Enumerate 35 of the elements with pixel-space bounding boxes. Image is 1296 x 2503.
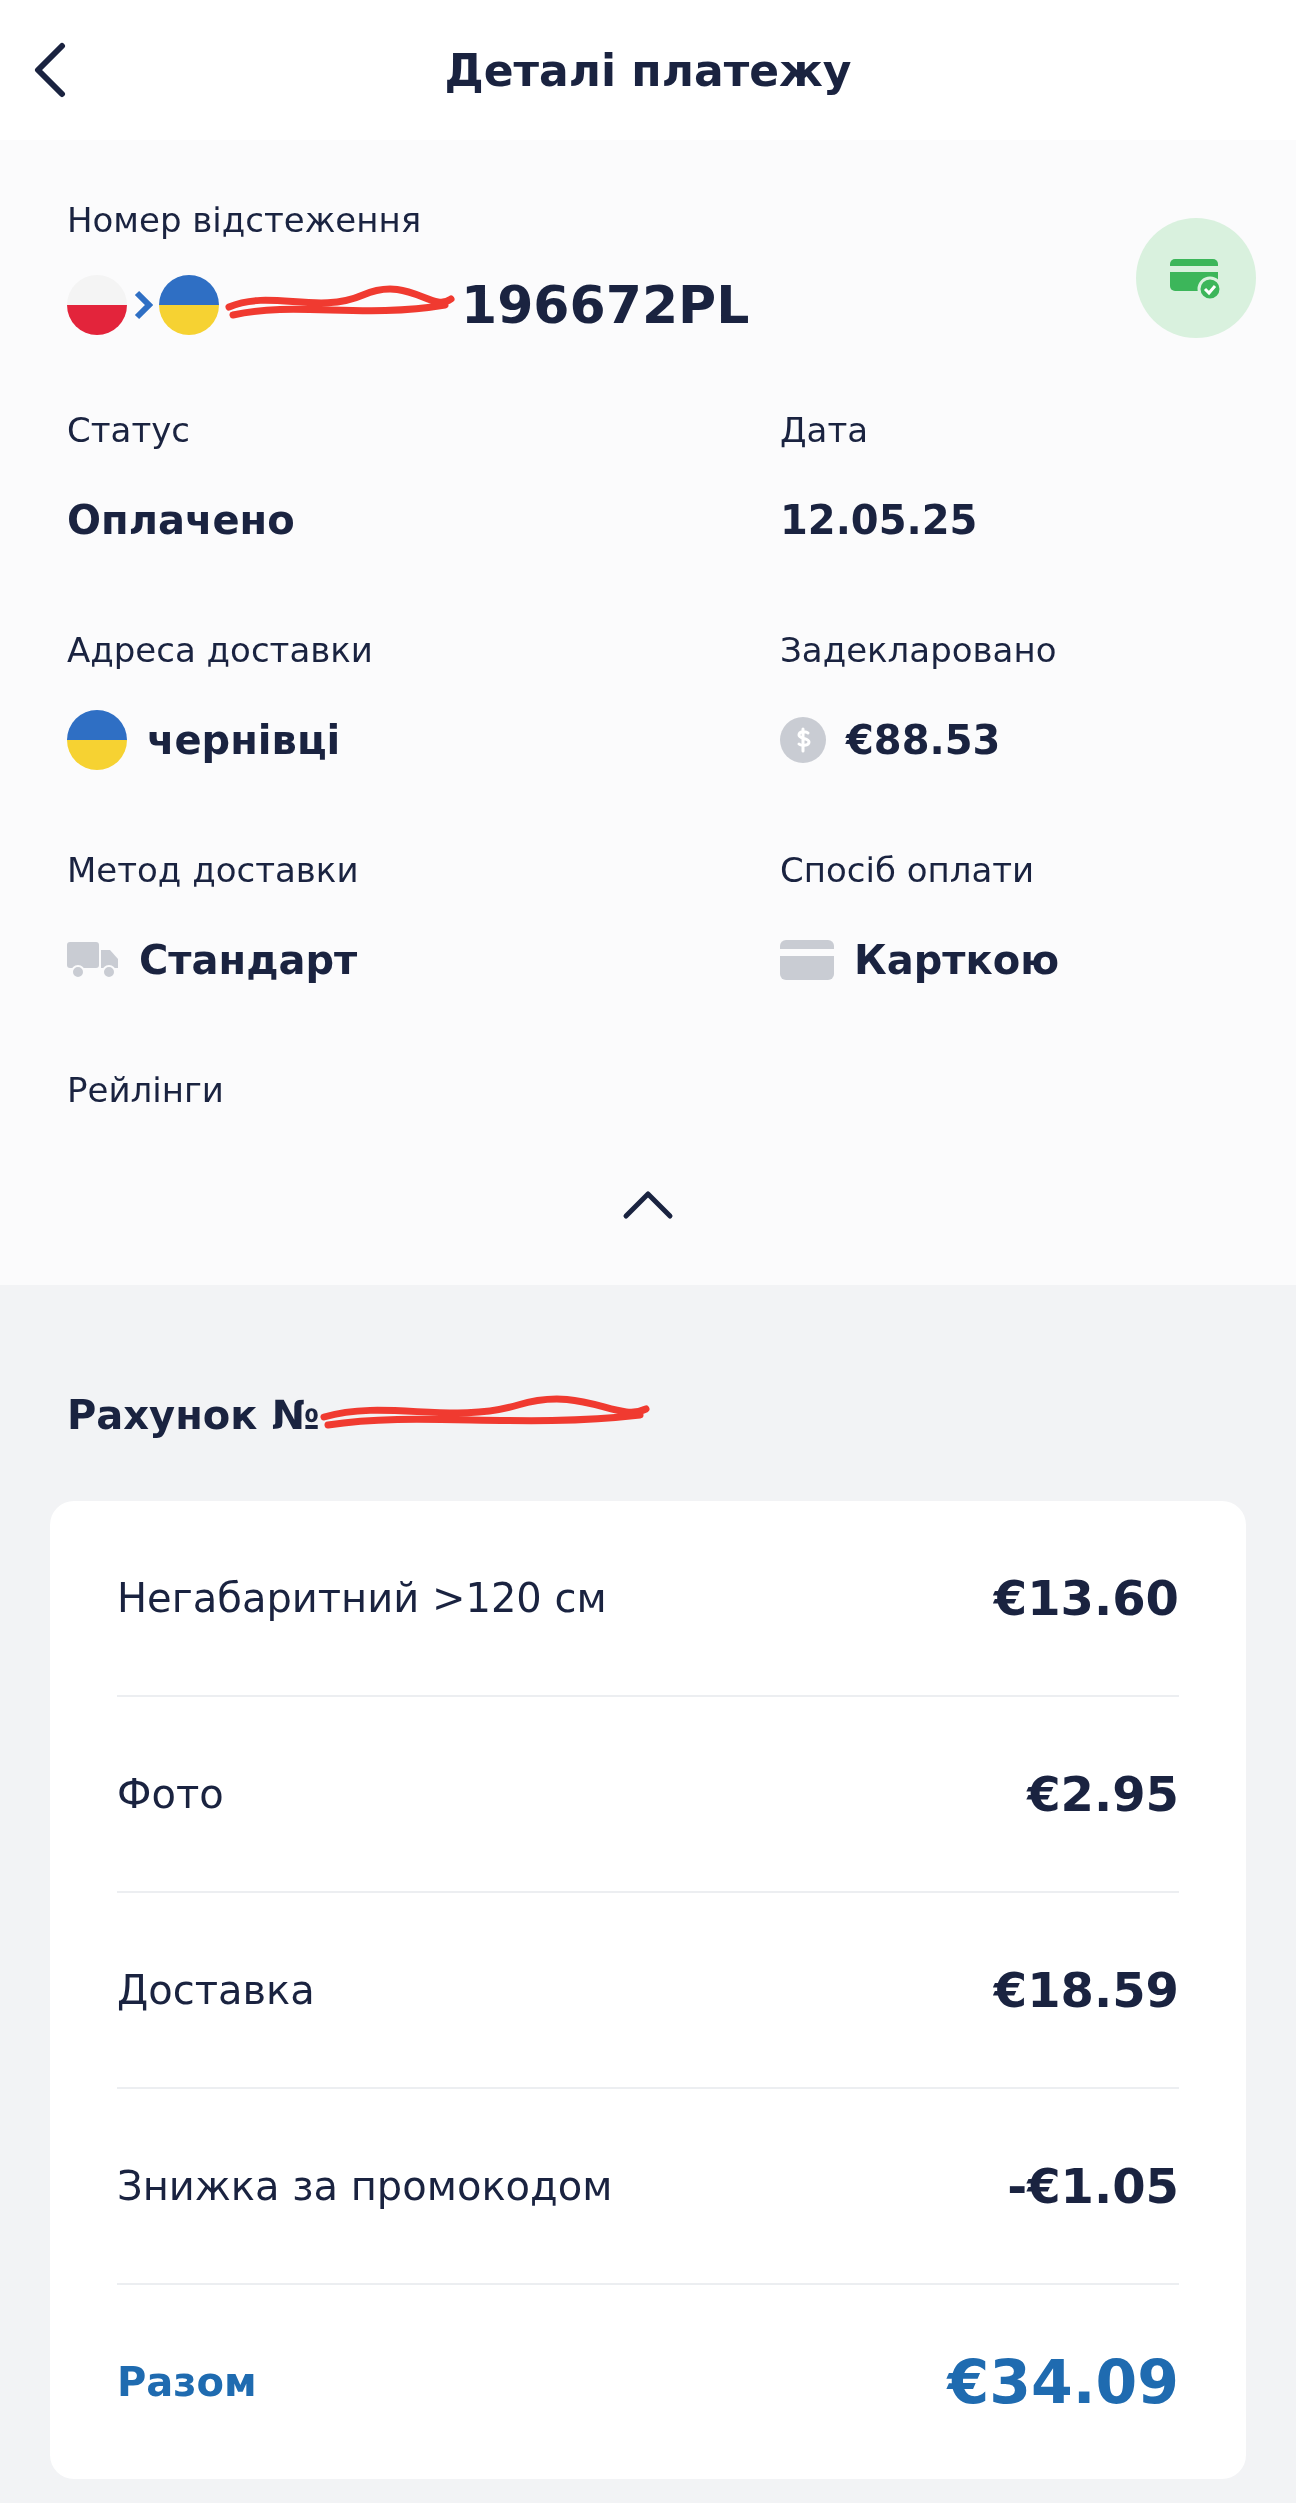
line-item-label: Фото <box>117 1771 224 1817</box>
line-item-amount: -€1.05 <box>1007 2158 1179 2214</box>
field-label: Спосіб оплати <box>780 850 1036 890</box>
chevron-right-icon <box>133 290 153 320</box>
field-label: Дата <box>780 410 870 450</box>
field-value: Карткою <box>854 937 1060 983</box>
ukraine-flag-icon <box>159 275 219 335</box>
invoice-title: Рахунок № <box>67 1392 320 1438</box>
field-label: Метод доставки <box>67 850 360 890</box>
page-title: Деталі платежу <box>444 44 852 96</box>
line-item-amount: €18.59 <box>993 1962 1179 2018</box>
field-value: Оплачено <box>67 497 295 543</box>
field-label: Задекларовано <box>780 630 1058 670</box>
total-label: Разом <box>117 2359 257 2405</box>
field-value: чернівці <box>147 717 341 763</box>
line-item-amount: €2.95 <box>1027 1766 1179 1822</box>
tracking-number: 196672PL <box>461 275 750 335</box>
field-label: Рейлінги <box>67 1070 225 1110</box>
total-amount: €34.09 <box>947 2347 1179 2417</box>
field-value: €88.53 <box>846 717 1001 763</box>
line-item-label: Негабаритний >120 см <box>117 1575 607 1621</box>
dollar-coin-icon <box>780 717 826 763</box>
line-item-label: Доставка <box>117 1967 315 2013</box>
field-label: Статус <box>67 410 191 450</box>
credit-card-icon <box>780 940 834 980</box>
line-item-amount: €13.60 <box>993 1570 1179 1626</box>
field-value: 12.05.25 <box>780 497 978 543</box>
poland-flag-icon <box>67 275 127 335</box>
field-value: Стандарт <box>139 937 358 983</box>
line-item-label: Знижка за промокодом <box>117 2163 613 2209</box>
collapse-icon[interactable] <box>622 1190 674 1220</box>
field-label: Адреса доставки <box>67 630 374 670</box>
field-label: Номер відстеження <box>67 200 423 240</box>
truck-icon <box>67 940 119 980</box>
ukraine-flag-icon <box>67 710 127 770</box>
